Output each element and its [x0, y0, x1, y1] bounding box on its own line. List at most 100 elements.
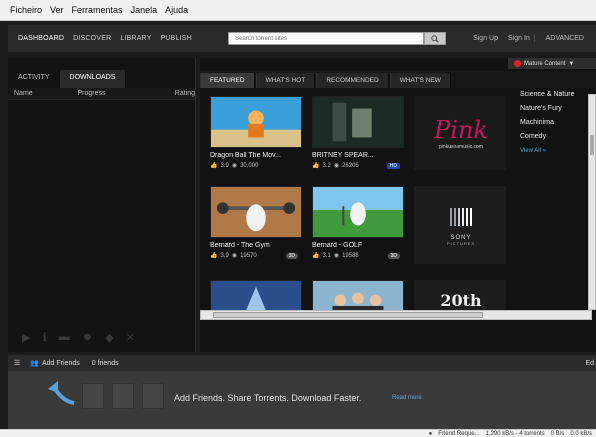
nav-discover[interactable]: DISCOVER [73, 35, 111, 42]
menu-ver[interactable]: Ver [50, 5, 64, 15]
video-title[interactable]: Bernard - GOLF [312, 242, 408, 249]
tab-featured[interactable]: FEATURED [200, 73, 255, 88]
eye-icon: ◉ [333, 163, 340, 169]
nav-dashboard[interactable]: DASHBOARD [18, 35, 64, 42]
sony-logo-subtext: PICTURES [446, 241, 476, 246]
chat-icon[interactable]: ▬ [59, 331, 70, 343]
info-icon[interactable]: ℹ [42, 331, 46, 344]
notification-icon[interactable]: ● [429, 431, 433, 437]
hd-badge: HD [386, 162, 400, 169]
sony-pictures-logo[interactable]: SONY PICTURES [414, 186, 506, 264]
play-icon[interactable]: ▶ [22, 331, 30, 344]
content-tabs: FEATURED WHAT'S HOT RECOMMENDED WHAT'S N… [200, 71, 596, 88]
menu-ferramentas[interactable]: Ferramentas [72, 5, 123, 15]
category-list: Science & Nature Nature's Fury Machinima… [520, 88, 590, 158]
category-comedy[interactable]: Comedy [520, 130, 590, 144]
sign-up-link[interactable]: Sign Up [473, 35, 498, 42]
featured-grid: Dragon Ball The Mov... 👍 3.9 ◉ 30,000 BR… [206, 94, 506, 312]
video-stats: 👍 3.2 ◉ 26205 HD [312, 162, 408, 169]
download-list [8, 100, 195, 312]
sign-in-link[interactable]: Sign In [508, 35, 530, 42]
video-stats: 👍 3.1 ◉ 19588 3D [312, 252, 408, 259]
video-stats: 👍 3.9 ◉ 19570 3D [210, 252, 306, 259]
tab-whats-new[interactable]: WHAT'S NEW [389, 73, 451, 88]
category-science-nature[interactable]: Science & Nature [520, 88, 590, 102]
friend-placeholder-icon [142, 383, 164, 409]
download-column-headers: Name Progress Rating [8, 88, 195, 100]
collapse-icon[interactable]: ☰ [14, 359, 20, 367]
tag-icon[interactable]: ◆ [105, 331, 113, 344]
horizontal-scrollbar[interactable] [200, 310, 592, 320]
vertical-scrollbar[interactable] [588, 94, 596, 310]
video-card[interactable]: Bernard - GOLF 👍 3.1 ◉ 19588 3D [312, 186, 408, 259]
add-friends-icon[interactable]: 👥 [30, 359, 39, 367]
search-icon [431, 34, 439, 43]
up-rate: 0.0 kB/s [570, 430, 592, 437]
category-machinima[interactable]: Machinima [520, 116, 590, 130]
menu-bar: Ficheiro Ver Ferramentas Janela Ajuda [0, 0, 596, 21]
video-card[interactable]: Dragon Ball The Mov... 👍 3.9 ◉ 30,000 [210, 96, 306, 169]
search-button[interactable] [424, 32, 446, 45]
tab-activity[interactable]: ACTIVITY [8, 70, 60, 88]
read-more-link[interactable]: Read more [392, 395, 422, 401]
video-title[interactable]: Bernard - The Gym [210, 242, 306, 249]
friends-promo-text: Add Friends. Share Torrents. Download Fa… [174, 393, 362, 403]
video-thumbnail[interactable] [312, 96, 404, 148]
video-thumbnail[interactable] [210, 96, 302, 148]
column-progress[interactable]: Progress [78, 90, 175, 97]
people-icon[interactable]: ☻ [82, 331, 94, 343]
video-card[interactable]: Bernard - The Gym 👍 3.9 ◉ 19570 3D [210, 186, 306, 259]
account-links: Sign Up Sign In | ADVANCED [463, 25, 584, 52]
sony-stripes-icon [449, 208, 472, 226]
video-thumbnail[interactable] [312, 186, 404, 238]
advanced-link[interactable]: ADVANCED [546, 35, 584, 42]
pink-logo-text: Pink [434, 116, 488, 144]
down-rate: 0 B/s [550, 430, 565, 437]
video-thumbnail[interactable] [210, 280, 302, 312]
video-card[interactable]: BRITNEY SPEAR... 👍 3.2 ◉ 26205 HD [312, 96, 408, 169]
add-friends-button[interactable]: Add Friends [42, 360, 80, 367]
transfer-toolbar: ▶ ℹ ▬ ☻ ◆ ✕ [8, 322, 196, 352]
mature-content-toggle[interactable]: Mature Content ▼ [508, 58, 596, 69]
edit-link[interactable]: Ed [585, 360, 594, 367]
video-thumbnail[interactable] [312, 280, 404, 312]
video-title[interactable]: BRITNEY SPEAR... [312, 152, 408, 159]
view-all-link[interactable]: View All » [520, 144, 590, 158]
tab-recommended[interactable]: RECOMMENDED [316, 73, 389, 88]
thumbs-up-icon: 👍 [312, 163, 320, 169]
video-views: 19570 [240, 252, 257, 259]
thumbs-up-icon: 👍 [210, 163, 218, 169]
menu-ficheiro[interactable]: Ficheiro [10, 5, 42, 15]
category-natures-fury[interactable]: Nature's Fury [520, 102, 590, 116]
video-views: 30,000 [240, 162, 259, 169]
tab-downloads[interactable]: DOWNLOADS [59, 70, 126, 88]
thumbs-up-icon: 👍 [312, 253, 320, 259]
nav-library[interactable]: LIBRARY [120, 35, 151, 42]
video-title[interactable]: Dragon Ball The Mov... [210, 152, 306, 159]
scrollbar-thumb[interactable] [213, 312, 483, 318]
menu-janela[interactable]: Janela [131, 5, 158, 15]
transfers-panel: ACTIVITY DOWNLOADS Name Progress Rating … [8, 58, 196, 352]
scrollbar-thumb[interactable] [590, 135, 594, 155]
column-rating[interactable]: Rating [175, 90, 195, 97]
video-likes: 3.2 [322, 162, 331, 169]
discover-content: Mature Content ▼ FEATURED WHAT'S HOT REC… [200, 58, 596, 352]
mature-content-label: Mature Content [524, 60, 566, 67]
nav-publish[interactable]: PUBLISH [161, 35, 192, 42]
column-name[interactable]: Name [14, 90, 78, 97]
video-likes: 3.9 [220, 252, 229, 259]
friend-requests[interactable]: Friend Reque... [438, 431, 479, 437]
menu-ajuda[interactable]: Ajuda [165, 5, 188, 15]
fox-logo[interactable]: 20th [414, 280, 506, 312]
top-nav: DASHBOARD DISCOVER LIBRARY PUBLISH Sign … [8, 25, 596, 52]
search-input[interactable] [228, 32, 424, 45]
video-thumbnail[interactable] [210, 186, 302, 238]
pink-logo[interactable]: Pink pinkusoamusic.com [414, 96, 506, 170]
tab-whats-hot[interactable]: WHAT'S HOT [255, 73, 316, 88]
video-card[interactable] [312, 280, 408, 312]
nav-separator: | [533, 35, 536, 42]
delete-icon[interactable]: ✕ [126, 331, 135, 344]
eye-icon: ◉ [231, 163, 238, 169]
video-card[interactable] [210, 280, 306, 312]
video-views: 26205 [342, 162, 359, 169]
